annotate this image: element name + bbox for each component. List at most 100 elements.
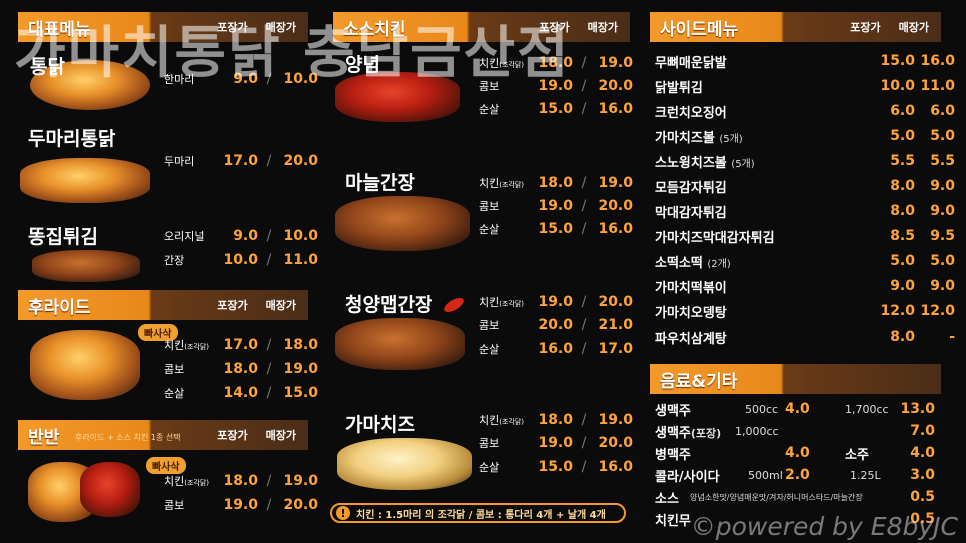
slash: / (266, 497, 272, 513)
dinein-price: 16.0 (598, 221, 633, 237)
store-name-watermark: 가마치통닭 충남금산점 (14, 21, 571, 86)
takeout-header: 포장가 (217, 299, 248, 312)
side-name: 스노윙치즈볼 (5개) (655, 152, 875, 171)
drink-size: 500cc (745, 402, 779, 416)
dinein-price: 20.0 (598, 78, 633, 94)
sauce-name: 청양맵간장 (345, 294, 433, 316)
price-row: 콤보 19.0 / 20.0 (479, 432, 633, 454)
slash: / (266, 473, 272, 489)
side-name-text: 소떡소떡 (655, 255, 703, 271)
dinein-price: 9.5 (930, 228, 955, 244)
dinein-price: 5.0 (930, 128, 955, 144)
dinein-price: - (949, 329, 955, 345)
slash: / (266, 252, 272, 268)
price-row: 치킨(조각닭) 19.0 / 20.0 (479, 291, 633, 313)
slash: / (266, 385, 272, 401)
dinein-price: 16.0 (598, 101, 633, 117)
takeout-price: 10.0 (223, 252, 258, 268)
slash: / (266, 337, 272, 353)
exclamation-icon: ! (336, 506, 350, 520)
side-item: 소떡소떡 (2개) 5.0 5.0 (655, 249, 955, 273)
dinein-price: 20.0 (283, 497, 318, 513)
drink-price: 4.0 (910, 445, 935, 461)
dinein-price: 5.5 (930, 153, 955, 169)
drink-price: 13.0 (900, 401, 935, 417)
row-label: 콤보 (479, 200, 500, 213)
price-row: 콤보 19.0 / 20.0 (164, 494, 318, 516)
drink-row: 콜라/사이다 500ml 2.0 1.25L 3.0 (655, 464, 935, 486)
dinein-price: 21.0 (598, 317, 633, 333)
dinein-price: 20.0 (598, 294, 633, 310)
row-label: 콤보 (479, 319, 500, 332)
dinein-price: 20.0 (598, 198, 633, 214)
slash: / (581, 101, 587, 117)
price-row: 콤보 20.0 / 21.0 (479, 314, 633, 336)
side-name: 가마치떡볶이 (655, 280, 727, 296)
drink-size: 1,700cc (845, 402, 889, 416)
half-subtitle: 후라이드 + 소스 치킨 1종 선택 (75, 433, 181, 442)
dinein-price: 19.0 (283, 361, 318, 377)
row-label: 콤보 (479, 437, 500, 450)
row-note: (조각닭) (184, 479, 210, 487)
price-row: 치킨(조각닭) 18.0 / 19.0 (479, 172, 633, 194)
row-label: 순살 (479, 103, 500, 116)
row-label: 콤보 (164, 363, 185, 376)
section-title: 반반 (28, 427, 60, 448)
credit-watermark: ©powered by E8byJC (690, 512, 958, 541)
takeout-price: 18.0 (223, 473, 258, 489)
section-header-side: 사이드메뉴 포장가 매장가 (650, 12, 941, 42)
row-note: (조각닭) (184, 343, 210, 351)
side-name-text: 스노윙치즈볼 (655, 155, 727, 171)
drink-row: 소스 양념소한맛/양념매운맛/겨자/허니머스타드/마늘간장 0.5 (655, 486, 935, 508)
slash: / (581, 55, 587, 71)
row-label-text: 치킨 (479, 296, 500, 309)
row-label-text: 치킨 (479, 177, 500, 190)
slash: / (581, 175, 587, 191)
drink-price: 0.5 (910, 489, 935, 505)
drink-size: 1,000cc (735, 424, 779, 438)
slash: / (581, 459, 587, 475)
slash: / (266, 361, 272, 377)
takeout-price: 8.0 (890, 178, 915, 194)
row-label: 치킨(조각닭) (164, 337, 220, 353)
takeout-price: 17.0 (223, 337, 258, 353)
dinein-price: 20.0 (598, 435, 633, 451)
takeout-price: 15.0 (538, 459, 573, 475)
takeout-price: 5.0 (890, 128, 915, 144)
dinein-price: 9.0 (930, 203, 955, 219)
takeout-price: 8.5 (890, 228, 915, 244)
dinein-price: 19.0 (598, 55, 633, 71)
side-item: 닭발튀김 10.0 11.0 (655, 74, 955, 98)
dinein-price: 16.0 (598, 459, 633, 475)
takeout-price: 12.0 (880, 303, 915, 319)
menu-item-name: 똥집튀김 (28, 226, 98, 248)
price-row: 치킨(조각닭) 18.0 / 19.0 (164, 470, 318, 492)
slash: / (581, 341, 587, 357)
price-row: 순살 15.0 / 16.0 (479, 456, 633, 478)
side-item: 가마치즈막대감자튀김 8.5 9.5 (655, 224, 955, 248)
row-label-text: 치킨 (164, 475, 185, 488)
row-label-text: 치킨 (479, 414, 500, 427)
price-headers: 포장가 매장가 (850, 19, 929, 35)
side-name: 막대감자튀김 (655, 205, 727, 221)
side-name: 파우치삼계탕 (655, 331, 727, 347)
price-headers: 포장가 매장가 (217, 427, 296, 443)
takeout-price: 18.0 (223, 361, 258, 377)
dinein-header: 매장가 (898, 21, 929, 34)
price-row: 순살 16.0 / 17.0 (479, 338, 633, 360)
spicy-soy-image (335, 318, 465, 370)
dinein-price: 10.0 (283, 228, 318, 244)
chili-pepper-icon (441, 295, 467, 315)
takeout-price: 18.0 (538, 175, 573, 191)
takeout-price: 8.0 (890, 203, 915, 219)
takeout-price: 6.0 (890, 103, 915, 119)
takeout-header: 포장가 (217, 429, 248, 442)
side-name: 가마치즈막대감자튀김 (655, 230, 775, 246)
row-label: 치킨(조각닭) (164, 473, 220, 489)
row-label: 콤보 (164, 499, 185, 512)
dinein-price: 6.0 (930, 103, 955, 119)
slash: / (581, 294, 587, 310)
takeout-price: 5.0 (890, 253, 915, 269)
side-name: 모듬감자튀김 (655, 180, 727, 196)
takeout-price: 8.0 (890, 329, 915, 345)
